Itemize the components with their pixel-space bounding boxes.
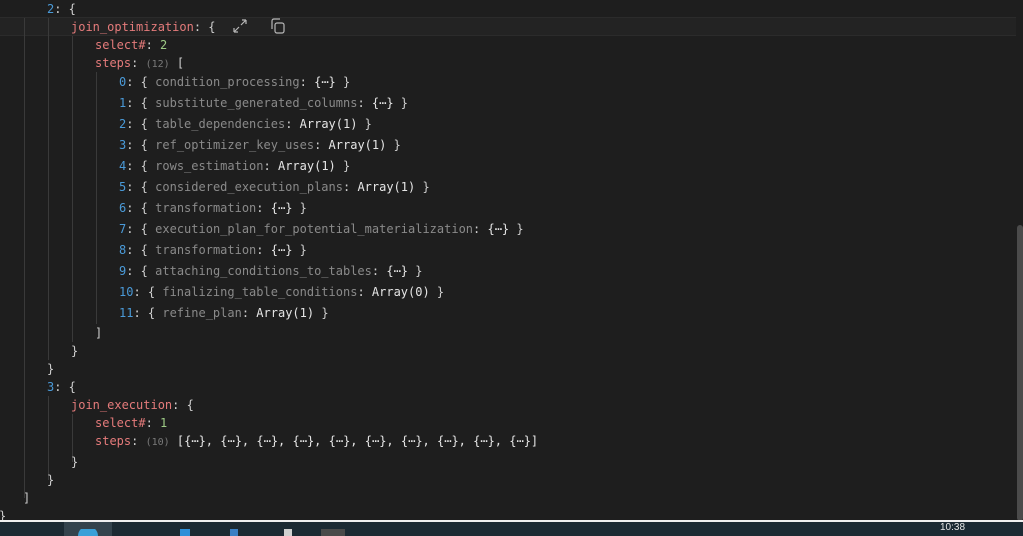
step-row[interactable]: 4: { rows_estimation: Array(1) } [119,157,350,175]
copy-icon[interactable] [269,17,287,35]
object-key: select# [95,38,146,52]
app-icon[interactable] [230,529,238,536]
array-count: (10) [145,437,170,448]
collapsed-value: Array(1) [328,138,387,152]
collapsed-value: {⋯} [386,264,409,278]
tree-row-item-3[interactable]: 3: { [47,378,76,396]
step-row[interactable]: 6: { transformation: {⋯} } [119,199,307,217]
indent-guide [24,18,25,498]
number-value: 1 [160,416,168,430]
app-icon[interactable] [76,529,100,536]
collapsed-key: substitute_generated_columns [155,96,358,110]
step-row[interactable]: 10: { finalizing_table_conditions: Array… [119,283,444,301]
step-row[interactable]: 3: { ref_optimizer_key_uses: Array(1) } [119,136,401,154]
collapsed-value: Array(0) [371,285,430,299]
object-key: select# [95,416,146,430]
collapsed-value: Array(1) [357,180,416,194]
number-value: 2 [160,38,168,52]
collapsed-value: {⋯} [371,96,394,110]
collapsed-value: {⋯} [270,243,293,257]
collapsed-array: [{⋯}, {⋯}, {⋯}, {⋯}, {⋯}, {⋯}, {⋯}, {⋯},… [176,434,539,448]
scrollbar-thumb[interactable] [1017,225,1023,521]
closing-brace: } [47,362,55,376]
closing-bracket: ] [95,326,103,340]
step-row[interactable]: 7: { execution_plan_for_potential_materi… [119,220,524,238]
step-row[interactable]: 8: { transformation: {⋯} } [119,241,307,259]
object-key: steps [95,434,132,448]
tree-row-item-2[interactable]: 2: { [47,0,76,18]
object-key: join_optimization [71,20,194,34]
collapsed-key: table_dependencies [155,117,286,131]
object-key: steps [95,56,132,70]
collapsed-key: rows_estimation [155,159,264,173]
step-row[interactable]: 5: { considered_execution_plans: Array(1… [119,178,430,196]
step-row[interactable]: 11: { refine_plan: Array(1) } [119,304,329,322]
array-count: (12) [145,59,170,70]
closing-brace: } [0,507,6,521]
closing-brace: } [71,344,79,358]
app-icon[interactable] [321,529,345,536]
taskbar-clock[interactable]: 10:38 [940,523,965,533]
collapsed-key: attaching_conditions_to_tables [155,264,372,278]
app-icon[interactable] [180,529,190,536]
collapsed-key: ref_optimizer_key_uses [155,138,315,152]
tree-row-join-execution[interactable]: join_execution: { [71,396,194,414]
app-icon[interactable] [284,529,292,536]
step-row[interactable]: 0: { condition_processing: {⋯} } [119,73,350,91]
step-row[interactable]: 1: { substitute_generated_columns: {⋯} } [119,94,408,112]
array-index: 10 [119,285,134,299]
indent-guide [48,396,49,480]
indent-guide [96,72,97,324]
collapsed-value: {⋯} [487,222,510,236]
closing-bracket: ] [23,491,31,505]
array-index: 11 [119,306,134,320]
collapsed-key: transformation [155,243,257,257]
tree-row-select[interactable]: select#: 1 [95,414,167,432]
expand-icon[interactable] [231,17,249,35]
closing-brace: } [47,473,55,487]
collapsed-key: finalizing_table_conditions [162,285,358,299]
indent-guide [72,36,73,342]
collapsed-value: Array(1) [256,306,315,320]
tree-row-select[interactable]: select#: 2 [95,36,167,54]
step-row[interactable]: 9: { attaching_conditions_to_tables: {⋯}… [119,262,422,280]
closing-brace: } [71,455,79,469]
object-key: join_execution [71,398,173,412]
collapsed-key: refine_plan [162,306,242,320]
collapsed-key: transformation [155,201,257,215]
collapsed-key: considered_execution_plans [155,180,343,194]
indent-guide [48,18,49,360]
step-row[interactable]: 2: { table_dependencies: Array(1) } [119,115,372,133]
collapsed-key: condition_processing [155,75,300,89]
collapsed-key: execution_plan_for_potential_materializa… [155,222,474,236]
collapsed-value: {⋯} [270,201,293,215]
collapsed-value: Array(1) [277,159,336,173]
tree-row-join-optimization[interactable]: join_optimization: { [71,18,216,36]
collapsed-value: Array(1) [299,117,358,131]
tree-row-steps[interactable]: steps: (12) [ [95,54,184,72]
tree-row-steps-collapsed[interactable]: steps: (10) [{⋯}, {⋯}, {⋯}, {⋯}, {⋯}, {⋯… [95,432,538,450]
taskbar [0,522,1023,536]
collapsed-value: {⋯} [314,75,336,89]
json-viewer: 2: { join_optimization: { select#: 2 ste… [0,0,1023,521]
